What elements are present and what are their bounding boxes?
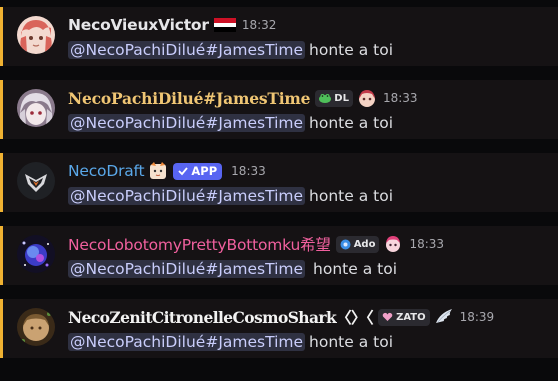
wing-emoji-icon: [435, 309, 452, 323]
avatar[interactable]: [17, 89, 55, 127]
user-mention[interactable]: @NecoPachiDilué#JamesTime: [68, 114, 306, 132]
message-item: NecoZenitCitronelleCosmoShark〈〉〈 ZATO 18…: [0, 299, 558, 358]
checkmark-icon: [178, 167, 189, 176]
cat-emoji-icon: [150, 162, 167, 179]
mention-highlight-bar: [0, 226, 3, 285]
avatar[interactable]: [17, 162, 55, 200]
server-tag-label: DL: [334, 92, 349, 104]
heart-icon: [382, 312, 393, 321]
timestamp[interactable]: 18:32: [242, 18, 277, 32]
tag-icon: [340, 239, 351, 249]
frog-icon: [319, 94, 332, 103]
mention-highlight-bar: [0, 153, 3, 212]
server-tag-label: Ado: [353, 238, 376, 250]
username[interactable]: NecoPachiDilué#JamesTime: [68, 89, 310, 108]
message-item: NecoDraft APP 18:33 @NecoPachiDilué#Jame…: [0, 153, 558, 212]
message-item: NecoVieuxVictor 18:32 @NecoPachiDilué#Ja…: [0, 7, 558, 66]
timestamp[interactable]: 18:33: [231, 164, 266, 178]
avatar[interactable]: [17, 16, 55, 54]
message-text: honte a toi: [309, 187, 394, 205]
server-tag[interactable]: ZATO: [378, 308, 430, 326]
message-text: honte a toi: [309, 114, 394, 132]
message-item: NecoPachiDilué#JamesTime DL 18:33 @NecoP…: [0, 80, 558, 139]
timestamp[interactable]: 18:33: [383, 91, 418, 105]
avatar[interactable]: [17, 308, 55, 346]
message-item: NecoLobotomyPrettyBottomku希望 Ado 18:33 @…: [0, 226, 558, 285]
server-tag[interactable]: Ado: [335, 235, 380, 253]
username[interactable]: NecoDraft: [68, 162, 145, 180]
server-tag-label: ZATO: [396, 311, 426, 323]
timestamp[interactable]: 18:39: [460, 310, 495, 324]
username[interactable]: NecoLobotomyPrettyBottomku希望: [68, 233, 331, 255]
anime-girl-emoji-icon: [358, 90, 375, 107]
mention-highlight-bar: [0, 7, 3, 66]
user-mention[interactable]: @NecoPachiDilué#JamesTime: [68, 333, 306, 351]
user-mention[interactable]: @NecoPachiDilué#JamesTime: [68, 41, 306, 59]
username[interactable]: NecoZenitCitronelleCosmoShark〈〉〈: [68, 306, 374, 328]
syria-flag-icon: [213, 18, 236, 33]
message-text: honte a toi: [309, 333, 394, 351]
user-mention[interactable]: @NecoPachiDilué#JamesTime: [68, 187, 306, 205]
app-badge: APP: [173, 162, 223, 180]
timestamp[interactable]: 18:33: [409, 237, 444, 251]
app-badge-label: APP: [191, 164, 218, 178]
avatar[interactable]: [17, 235, 55, 273]
character-emoji-icon: [386, 236, 401, 252]
username[interactable]: NecoVieuxVictor: [68, 16, 209, 34]
server-tag[interactable]: DL: [315, 89, 353, 107]
user-mention[interactable]: @NecoPachiDilué#JamesTime: [68, 260, 306, 278]
message-text: honte a toi: [313, 260, 398, 278]
mention-highlight-bar: [0, 299, 3, 358]
message-text: honte a toi: [309, 41, 394, 59]
mention-highlight-bar: [0, 80, 3, 139]
